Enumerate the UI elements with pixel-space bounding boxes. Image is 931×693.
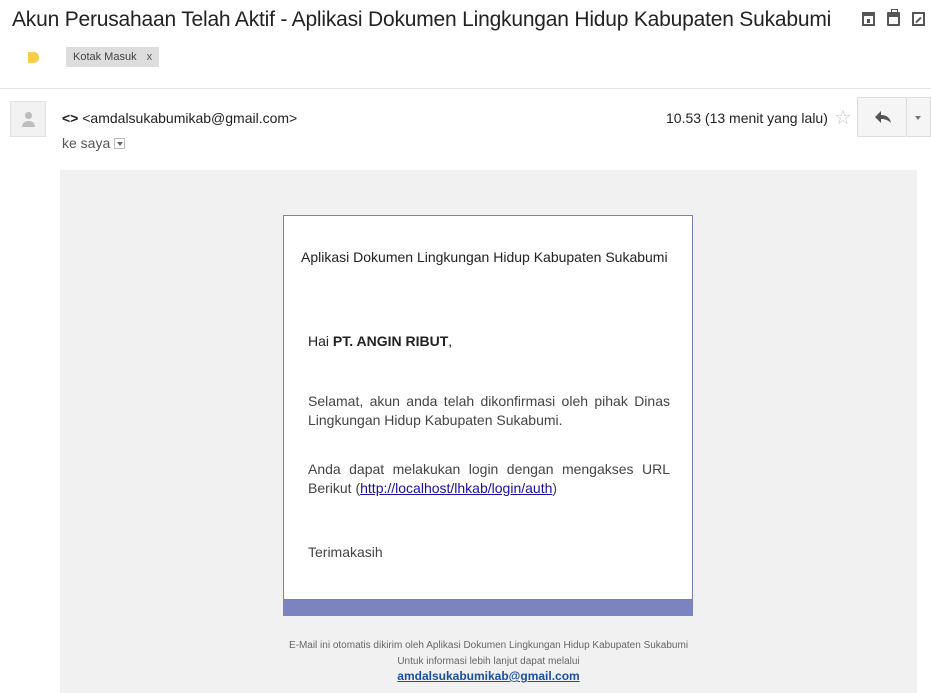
- company-name: PT. ANGIN RIBUT: [332, 333, 449, 349]
- label-remove-button[interactable]: x: [147, 51, 153, 63]
- label-tag-icon: [28, 52, 39, 63]
- footer-auto-notice: E-Mail ini otomatis dikirim oleh Aplikas…: [288, 640, 689, 651]
- closing-thanks: Terimakasih: [308, 544, 383, 560]
- sender-email: <amdalsukabumikab@gmail.com>: [82, 110, 298, 126]
- label-chip-text: Kotak Masuk: [73, 51, 137, 63]
- sender-name: <>: [62, 110, 79, 126]
- app-title: Aplikasi Dokumen Lingkungan Hidup Kabupa…: [301, 249, 668, 265]
- new-window-icon[interactable]: [912, 12, 925, 26]
- avatar-icon: [10, 101, 46, 137]
- more-options-button[interactable]: [907, 97, 931, 137]
- recipient-label: ke saya: [62, 135, 111, 151]
- footer-info-notice: Untuk informasi lebih lanjut dapat melal…: [397, 656, 580, 667]
- header-divider: [0, 88, 931, 89]
- top-toolbar: [862, 9, 925, 26]
- print-icon[interactable]: [887, 9, 900, 26]
- star-icon[interactable]: ☆: [834, 105, 852, 130]
- email-subject: Akun Perusahaan Telah Aktif - Aplikasi D…: [12, 8, 832, 31]
- footer-contact-email-link[interactable]: amdalsukabumikab@gmail.com: [60, 669, 917, 683]
- login-instructions: Anda dapat melakukan login dengan mengak…: [308, 460, 670, 498]
- email-body: Aplikasi Dokumen Lingkungan Hidup Kabupa…: [60, 170, 917, 693]
- confirmation-text: Selamat, akun anda telah dikonfirmasi ol…: [308, 393, 670, 428]
- greeting: Hai PT. ANGIN RIBUT,: [308, 333, 452, 349]
- card-footer-bar: [283, 600, 693, 616]
- reply-button[interactable]: [857, 97, 907, 137]
- login-text-suffix: ): [552, 480, 558, 496]
- greeting-prefix: Hai: [308, 333, 333, 349]
- email-timestamp: 10.53 (13 menit yang lalu): [666, 110, 828, 126]
- sender[interactable]: <> <amdalsukabumikab@gmail.com>: [62, 110, 297, 126]
- details-dropdown-icon[interactable]: [114, 137, 126, 149]
- archive-icon[interactable]: [862, 12, 875, 26]
- label-chip[interactable]: Kotak Masuk x: [66, 47, 160, 67]
- recipient-row: ke saya: [62, 135, 126, 151]
- message-card: Aplikasi Dokumen Lingkungan Hidup Kabupa…: [283, 215, 693, 600]
- greeting-suffix: ,: [448, 333, 453, 349]
- reply-icon: [875, 111, 891, 123]
- login-url-link[interactable]: http://localhost/lhkab/login/auth: [360, 480, 552, 496]
